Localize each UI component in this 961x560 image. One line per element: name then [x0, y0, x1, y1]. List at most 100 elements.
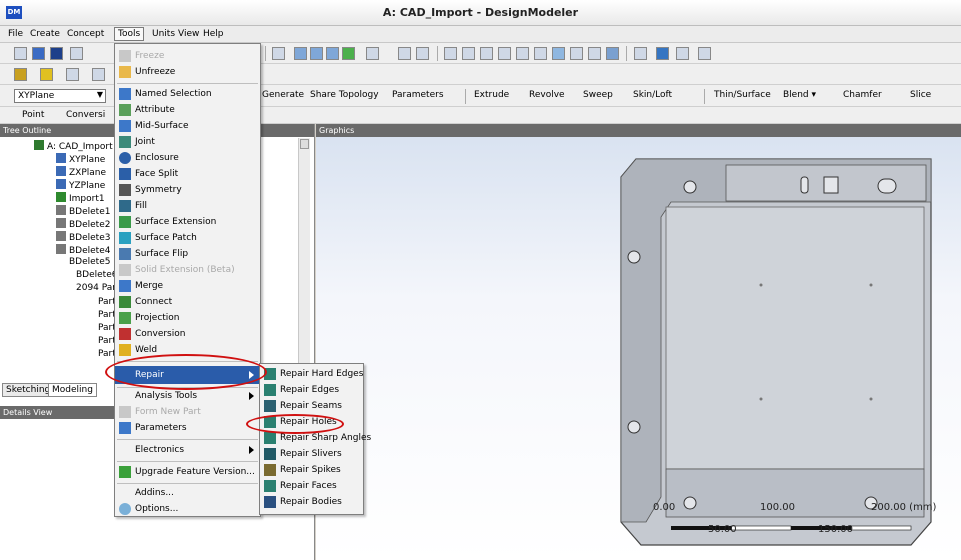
menu-create[interactable]: Create	[30, 29, 60, 39]
menu-item-unfreeze[interactable]: Unfreeze	[115, 64, 260, 80]
menu-item-symmetry[interactable]: Symmetry	[115, 182, 260, 198]
menu-item-connect[interactable]: Connect	[115, 294, 260, 310]
menu-item-repair-edges[interactable]: Repair Edges	[260, 382, 363, 398]
menu-item-enclosure[interactable]: Enclosure	[115, 150, 260, 166]
generate-button[interactable]: Generate	[262, 90, 304, 100]
menu-view[interactable]: View	[178, 29, 199, 39]
menu-item-attribute[interactable]: Attribute	[115, 102, 260, 118]
blend-button[interactable]: Blend ▾	[783, 90, 816, 100]
tab-sketching[interactable]: Sketching	[2, 383, 55, 397]
open-icon[interactable]	[32, 47, 45, 60]
wireframe-icon[interactable]	[698, 47, 711, 60]
save-icon[interactable]	[50, 47, 63, 60]
tree-root[interactable]: A: CAD_Import	[34, 140, 113, 152]
sketch-2-icon[interactable]	[40, 68, 53, 81]
zoom-prev-icon[interactable]	[570, 47, 583, 60]
zoom-out-icon[interactable]	[516, 47, 529, 60]
menu-concept[interactable]: Concept	[67, 29, 104, 39]
point-icon[interactable]	[676, 47, 689, 60]
select-mode-3-icon[interactable]	[326, 47, 339, 60]
axis-icon[interactable]	[634, 47, 647, 60]
revolve-button[interactable]: Revolve	[529, 90, 565, 100]
look-at-icon[interactable]	[588, 47, 601, 60]
menu-item-named-selection[interactable]: Named Selection	[115, 86, 260, 102]
body-delete-icon	[56, 205, 66, 215]
screenshot-icon[interactable]	[70, 47, 83, 60]
tree-item-bdelete2[interactable]: BDelete2	[56, 218, 110, 230]
chamfer-button[interactable]: Chamfer	[843, 90, 882, 100]
select-mode-1-icon[interactable]	[294, 47, 307, 60]
menu-item-surface-flip[interactable]: Surface Flip	[115, 246, 260, 262]
menu-item-upgrade-feature-version[interactable]: Upgrade Feature Version...	[115, 464, 260, 480]
tree-item-yzplane[interactable]: YZPlane	[56, 179, 105, 191]
tab-modeling[interactable]: Modeling	[48, 383, 97, 397]
new-icon[interactable]	[14, 47, 27, 60]
menu-item-conversion[interactable]: Conversion	[115, 326, 260, 342]
menu-item-repair-seams[interactable]: Repair Seams	[260, 398, 363, 414]
tree-scrollbar[interactable]	[298, 138, 310, 380]
line-2-icon[interactable]	[92, 68, 105, 81]
tree-item-bdelete6[interactable]: BDelete6	[76, 270, 117, 280]
plane-select[interactable]: XYPlane ▼	[14, 89, 106, 103]
zoom-in-icon[interactable]	[498, 47, 511, 60]
tree-item-xyplane[interactable]: XYPlane	[56, 153, 105, 165]
scroll-up-icon[interactable]	[300, 139, 309, 149]
tree-item-bdelete5[interactable]: BDelete5	[69, 257, 110, 267]
zoom-fit-icon[interactable]	[552, 47, 565, 60]
menu-item-face-split[interactable]: Face Split	[115, 166, 260, 182]
menu-file[interactable]: File	[8, 29, 23, 39]
menu-item-options[interactable]: Options...	[115, 501, 260, 517]
menu-item-merge[interactable]: Merge	[115, 278, 260, 294]
menu-item-electronics[interactable]: Electronics	[115, 442, 260, 458]
thin-surface-button[interactable]: Thin/Surface	[714, 90, 771, 100]
menu-item-parameters[interactable]: Parameters	[115, 420, 260, 436]
menu-tools[interactable]: Tools	[114, 27, 145, 41]
zoom-box-icon[interactable]	[534, 47, 547, 60]
tree-item-import1[interactable]: Import1	[56, 192, 105, 204]
view-icon[interactable]	[606, 47, 619, 60]
select-all-icon[interactable]	[398, 47, 411, 60]
sweep-button[interactable]: Sweep	[583, 90, 613, 100]
sketch-icon[interactable]	[14, 68, 27, 81]
pan-icon[interactable]	[462, 47, 475, 60]
menu-item-analysis-tools[interactable]: Analysis Tools	[115, 388, 260, 404]
repair-slivers-icon	[264, 448, 276, 460]
tree-item-part-group[interactable]: 2094 Part	[76, 283, 120, 293]
rotate-icon[interactable]	[444, 47, 457, 60]
display-icon[interactable]	[656, 47, 669, 60]
parameters-button[interactable]: Parameters	[392, 90, 444, 100]
graphics-area[interactable]: Graphics 0.00 100.00 200.00 (mm) 50.00 1…	[316, 124, 961, 560]
menu-item-repair-faces[interactable]: Repair Faces	[260, 478, 363, 494]
tree-item-bdelete4[interactable]: BDelete4	[56, 244, 110, 256]
extrude-button[interactable]: Extrude	[474, 90, 509, 100]
conversion-button[interactable]: Conversi	[66, 110, 105, 120]
zoom-icon[interactable]	[480, 47, 493, 60]
menu-item-surface-patch[interactable]: Surface Patch	[115, 230, 260, 246]
submenu-arrow-icon	[249, 446, 254, 454]
menu-item-surface-extension[interactable]: Surface Extension	[115, 214, 260, 230]
menu-help[interactable]: Help	[203, 29, 224, 39]
line-icon[interactable]	[66, 68, 79, 81]
slice-button[interactable]: Slice	[910, 90, 931, 100]
menu-item-joint[interactable]: Joint	[115, 134, 260, 150]
select-mode-2-icon[interactable]	[310, 47, 323, 60]
select-mode-4-icon[interactable]	[342, 47, 355, 60]
skin-loft-button[interactable]: Skin/Loft	[633, 90, 672, 100]
select-icon[interactable]	[272, 47, 285, 60]
menu-units[interactable]: Units	[152, 29, 175, 39]
tree-item-bdelete1[interactable]: BDelete1	[56, 205, 110, 217]
menu-item-fill[interactable]: Fill	[115, 198, 260, 214]
menu-item-addins[interactable]: Addins...	[115, 485, 260, 501]
select-box-icon[interactable]	[416, 47, 429, 60]
tree-item-zxplane[interactable]: ZXPlane	[56, 166, 106, 178]
extend-icon[interactable]	[366, 47, 379, 60]
menu-item-repair-bodies[interactable]: Repair Bodies	[260, 494, 363, 510]
point-button[interactable]: Point	[22, 110, 44, 120]
menu-item-projection[interactable]: Projection	[115, 310, 260, 326]
menu-item-repair-hard-edges[interactable]: Repair Hard Edges	[260, 366, 363, 382]
menu-item-mid-surface[interactable]: Mid-Surface	[115, 118, 260, 134]
tree-item-bdelete3[interactable]: BDelete3	[56, 231, 110, 243]
menu-item-repair-spikes[interactable]: Repair Spikes	[260, 462, 363, 478]
share-topology-button[interactable]: Share Topology	[310, 90, 379, 100]
menu-item-repair-slivers[interactable]: Repair Slivers	[260, 446, 363, 462]
